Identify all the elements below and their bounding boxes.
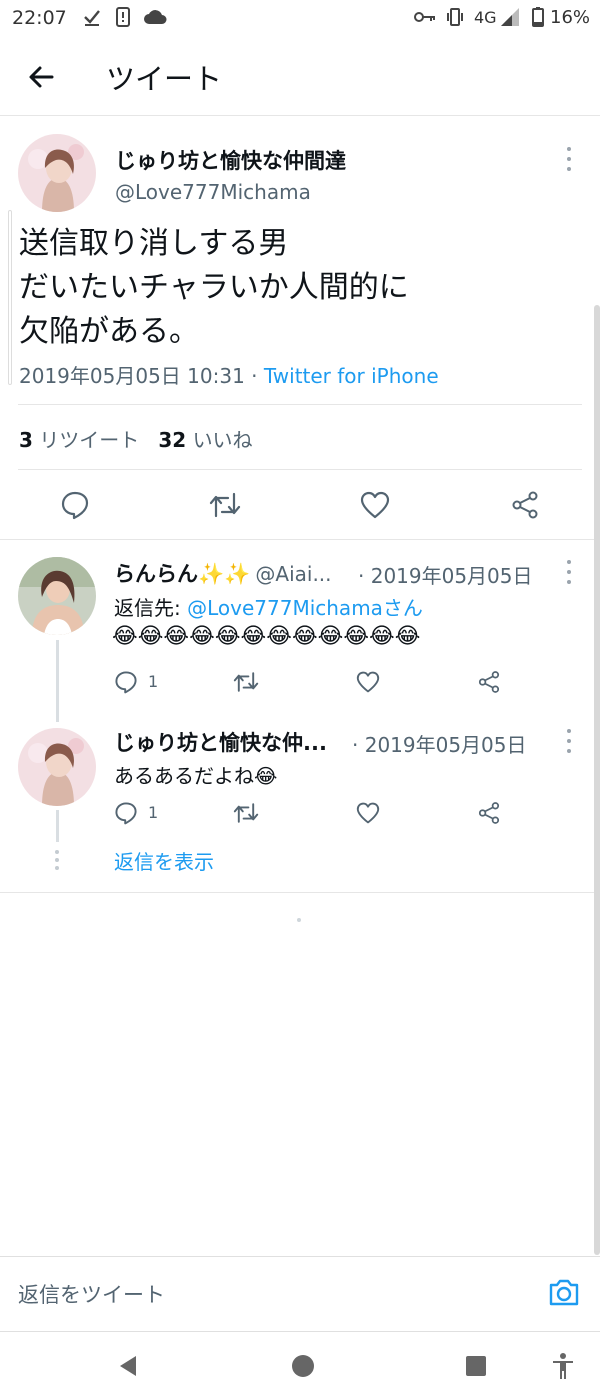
tweet-text: 送信取り消しする男 だいたいチャラいか人間的に 欠陥がある。 [19, 222, 409, 354]
reply-author-name[interactable]: じゅり坊と愉快な仲... [114, 727, 327, 757]
reply-to-prefix: 返信先: [114, 596, 188, 620]
scrollbar[interactable] [594, 305, 600, 1255]
more-options-icon[interactable] [564, 729, 574, 753]
more-options-icon[interactable] [564, 560, 574, 584]
reply-text: 😂😂😂😂😂😂😂😂😂😂😂😂 [112, 624, 421, 649]
reply-input[interactable]: 返信をツイート [18, 1279, 165, 1309]
thread-line [56, 810, 59, 842]
like-icon[interactable] [358, 488, 392, 522]
retweet-icon[interactable] [230, 799, 262, 827]
battery-icon [530, 6, 546, 28]
reply-author-name[interactable]: らんらん✨✨ [114, 562, 250, 586]
loading-dot [297, 918, 301, 922]
author-name[interactable]: じゅり坊と愉快な仲間達 [115, 145, 346, 175]
divider [0, 539, 600, 540]
retweet-icon[interactable] [230, 668, 262, 696]
tweet-text-line: 欠陥がある。 [19, 314, 199, 349]
app-bar: ツイート [0, 36, 600, 116]
share-icon[interactable] [508, 488, 542, 522]
like-icon[interactable] [354, 799, 382, 827]
divider [18, 404, 582, 405]
share-icon[interactable] [475, 668, 503, 696]
more-options-icon[interactable] [564, 147, 574, 171]
reply-to-link[interactable]: @Love777Michamaさん [187, 596, 423, 620]
reply-text: あるあるだよね😂 [114, 764, 278, 788]
camera-icon[interactable] [548, 1277, 580, 1309]
reply-icon[interactable] [112, 668, 140, 696]
reply-header: らんらん✨✨ @Aiai... [114, 558, 332, 588]
back-arrow-icon[interactable] [24, 60, 58, 94]
reply-icon[interactable] [112, 799, 140, 827]
reply-date: · 2019年05月05日 [352, 733, 527, 757]
reply-date: · 2019年05月05日 [358, 564, 533, 588]
like-icon[interactable] [354, 668, 382, 696]
nav-recents-icon[interactable] [466, 1356, 486, 1376]
thread-line [56, 640, 59, 722]
author-avatar[interactable] [18, 134, 96, 212]
signal-icon [498, 6, 522, 28]
reply-author-handle[interactable]: @Aiai... [255, 562, 331, 586]
accessibility-icon[interactable] [551, 1352, 575, 1380]
nav-back-icon[interactable] [116, 1354, 140, 1378]
author-handle[interactable]: @Love777Michama [115, 180, 311, 204]
page-title: ツイート [106, 62, 223, 96]
thread-more-icon [54, 850, 60, 870]
key-icon [414, 6, 436, 28]
tweet-timestamp: 2019年05月05日 10:31 · [19, 364, 264, 388]
tweet-text-line: 送信取り消しする男 [19, 226, 289, 261]
like-count[interactable]: 32 [158, 428, 186, 452]
vibrate-icon [444, 6, 466, 28]
divider [0, 892, 600, 893]
phone-icon [114, 6, 132, 28]
show-replies-link[interactable]: 返信を表示 [114, 846, 214, 875]
network-type: 4G [474, 8, 497, 27]
status-time: 22:07 [12, 7, 67, 29]
like-label[interactable]: いいね [193, 428, 253, 452]
reply-icon[interactable] [58, 488, 92, 522]
text-selection-edge [8, 210, 12, 385]
reply-to-line: 返信先: @Love777Michamaさん [114, 592, 423, 621]
tweet-stats: 3 リツイート 32 いいね [19, 424, 253, 453]
tweet-text-line: だいたいチャラいか人間的に [19, 270, 409, 305]
retweet-icon[interactable] [207, 488, 243, 522]
reply-count: 1 [148, 803, 159, 822]
tweet-meta: 2019年05月05日 10:31 · Twitter for iPhone [19, 360, 439, 389]
status-bar: 22:07 4G 16% [0, 0, 600, 36]
nav-home-icon[interactable] [292, 1355, 314, 1377]
tweet-source-link[interactable]: Twitter for iPhone [264, 364, 439, 388]
check-icon [82, 6, 102, 28]
reply-count: 1 [148, 672, 159, 691]
retweet-label[interactable]: リツイート [39, 428, 139, 452]
reply-avatar[interactable] [18, 557, 96, 635]
divider [18, 469, 582, 470]
share-icon[interactable] [475, 799, 503, 827]
cloud-icon [142, 6, 168, 28]
reply-composer: 返信をツイート [0, 1256, 600, 1332]
reply-avatar[interactable] [18, 728, 96, 806]
retweet-count[interactable]: 3 [19, 428, 33, 452]
system-nav-bar [0, 1332, 600, 1400]
battery-percent: 16% [550, 7, 591, 28]
